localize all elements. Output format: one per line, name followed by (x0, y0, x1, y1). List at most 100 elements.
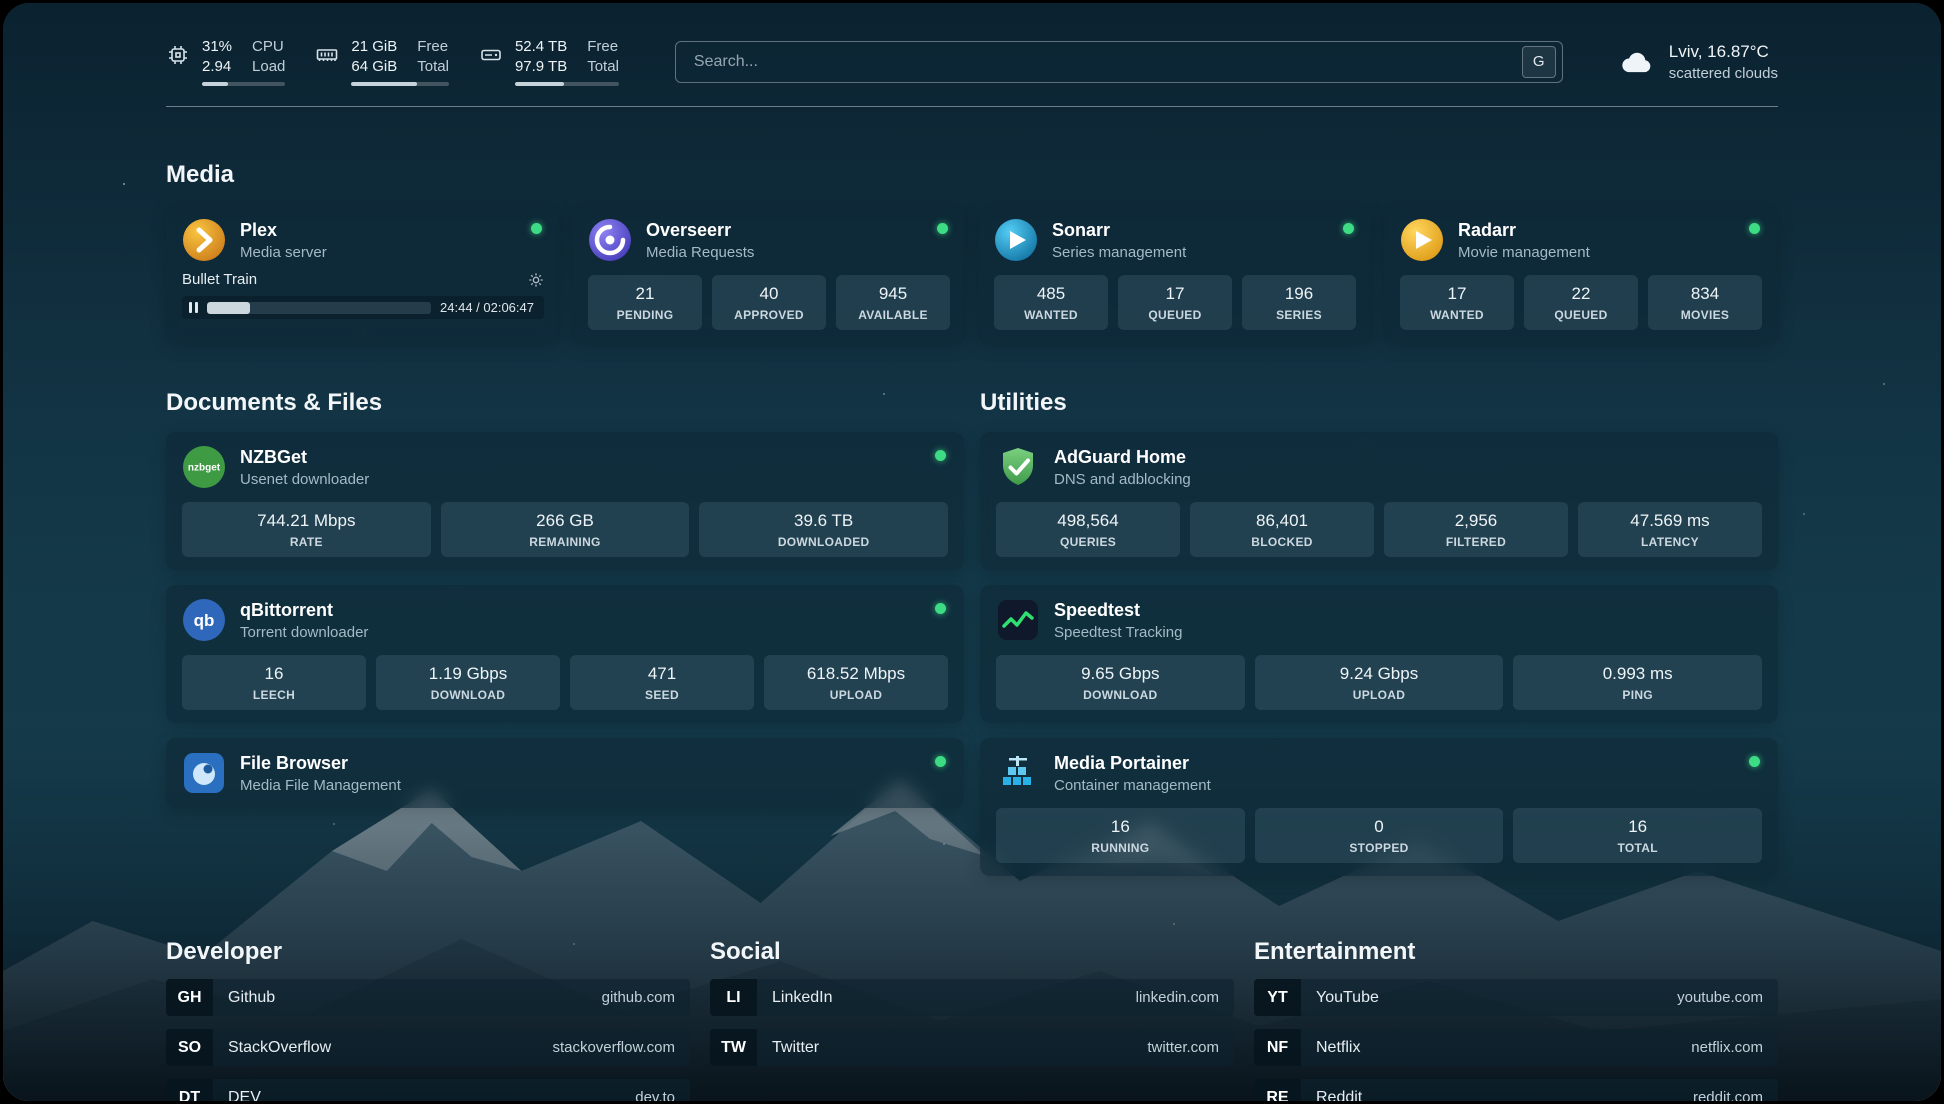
radarr-meta: Radarr Movie management (1458, 220, 1590, 261)
bookmark-abbr: YT (1254, 979, 1301, 1016)
stat-value: 39.6 TB (703, 511, 944, 531)
bookmark-name: Twitter (772, 1039, 819, 1057)
stat-wanted: 485 WANTED (994, 275, 1108, 330)
overseerr-card[interactable]: Overseerr Media Requests 21 PENDING 40 A… (572, 205, 966, 343)
plex-card[interactable]: Plex Media server Bullet Train (166, 205, 560, 343)
filebrowser-card[interactable]: File Browser Media File Management (166, 738, 964, 808)
bookmark-row-dev[interactable]: DT DEV dev.to (166, 1079, 690, 1101)
speedtest-stats: 9.65 Gbps DOWNLOAD 9.24 Gbps UPLOAD 0.99… (996, 655, 1762, 710)
stat-label: QUERIES (1000, 535, 1176, 549)
stat-rate: 744.21 Mbps RATE (182, 502, 431, 557)
cloud-icon (1619, 48, 1655, 76)
bookmark-abbr: RE (1254, 1079, 1301, 1101)
speedtest-header: Speedtest Speedtest Tracking (996, 598, 1762, 642)
bookmark-abbr: LI (710, 979, 757, 1016)
app-subtitle: Media File Management (240, 777, 401, 794)
stat-series: 196 SERIES (1242, 275, 1356, 330)
svg-text:qb: qb (194, 611, 215, 630)
bookmark-url: netflix.com (1691, 1039, 1763, 1056)
bookmark-row-stackoverflow[interactable]: SO StackOverflow stackoverflow.com (166, 1029, 690, 1066)
bookmark-row-linkedin[interactable]: LI LinkedIn linkedin.com (710, 979, 1234, 1016)
bookmark-group-entertainment: Entertainment YT YouTube youtube.com NF … (1254, 938, 1778, 1101)
stat-total: 16 TOTAL (1513, 808, 1762, 863)
gear-icon[interactable] (528, 272, 544, 288)
nzbget-icon: nzbget (182, 445, 226, 489)
sonarr-card[interactable]: Sonarr Series management 485 WANTED 17 Q… (978, 205, 1372, 343)
search-area: G (675, 41, 1563, 83)
bookmark-group-social: Social LI LinkedIn linkedin.com TW Twitt… (710, 938, 1234, 1101)
stat-seed: 471 SEED (570, 655, 754, 710)
bookmark-row-reddit[interactable]: RE Reddit reddit.com (1254, 1079, 1778, 1101)
stat-value: 266 GB (445, 511, 686, 531)
radarr-header: Radarr Movie management (1400, 218, 1762, 262)
stat-value: 498,564 (1000, 511, 1176, 531)
cpu-label-top: CPU (252, 37, 285, 57)
bookmark-url: youtube.com (1677, 989, 1763, 1006)
section-title-utilities: Utilities (980, 389, 1778, 417)
stat-label: STOPPED (1259, 841, 1500, 855)
section-title-developer: Developer (166, 938, 690, 966)
stat-value: 16 (186, 664, 362, 684)
stat-latency: 47.569 ms LATENCY (1578, 502, 1762, 557)
stat-value: 945 (840, 284, 946, 304)
radarr-card[interactable]: Radarr Movie management 17 WANTED 22 QUE… (1384, 205, 1778, 343)
bookmark-row-netflix[interactable]: NF Netflix netflix.com (1254, 1029, 1778, 1066)
stat-label: LATENCY (1582, 535, 1758, 549)
status-indicator (1749, 756, 1760, 767)
nzbget-card[interactable]: nzbget NZBGet Usenet downloader 744.21 M… (166, 432, 964, 570)
portainer-card[interactable]: Media Portainer Container management 16 … (980, 738, 1778, 876)
qbittorrent-card[interactable]: qb qBittorrent Torrent downloader 16 LEE… (166, 585, 964, 723)
app-title: Radarr (1458, 220, 1590, 241)
disk-progress-bar (515, 82, 619, 86)
ram-free-value: 21 GiB (351, 37, 397, 57)
search-box: G (675, 41, 1563, 83)
speedtest-card[interactable]: Speedtest Speedtest Tracking 9.65 Gbps D… (980, 585, 1778, 723)
bookmark-abbr: NF (1254, 1029, 1301, 1066)
adguard-card[interactable]: AdGuard Home DNS and adblocking 498,564 … (980, 432, 1778, 570)
section-title-documents: Documents & Files (166, 389, 964, 417)
bookmark-url: twitter.com (1147, 1039, 1219, 1056)
stat-value: 86,401 (1194, 511, 1370, 531)
bookmark-row-youtube[interactable]: YT YouTube youtube.com (1254, 979, 1778, 1016)
app-title: Media Portainer (1054, 753, 1211, 774)
weather-location: Lviv, 16.87°C (1669, 42, 1778, 62)
playback-progress-track[interactable] (207, 302, 431, 314)
sonarr-stats: 485 WANTED 17 QUEUED 196 SERIES (994, 275, 1356, 330)
stat-available: 945 AVAILABLE (836, 275, 950, 330)
bookmark-name: Reddit (1316, 1089, 1362, 1102)
stat-stopped: 0 STOPPED (1255, 808, 1504, 863)
disk-free-value: 52.4 TB (515, 37, 567, 57)
stat-label: QUEUED (1122, 308, 1228, 322)
bookmark-row-github[interactable]: GH Github github.com (166, 979, 690, 1016)
stat-queued: 22 QUEUED (1524, 275, 1638, 330)
stat-value: 2,956 (1388, 511, 1564, 531)
bookmark-abbr: TW (710, 1029, 757, 1066)
stat-label: BLOCKED (1194, 535, 1370, 549)
stat-value: 618.52 Mbps (768, 664, 944, 684)
ram-metric-body: 21 GiB 64 GiB Free Total (351, 37, 449, 86)
bookmark-row-twitter[interactable]: TW Twitter twitter.com (710, 1029, 1234, 1066)
stat-value: 17 (1404, 284, 1510, 304)
search-engine-button[interactable]: G (1522, 46, 1556, 78)
search-input[interactable] (692, 52, 1522, 72)
ram-total-value: 64 GiB (351, 57, 397, 77)
utilities-column: Utilities AdGuard Home (980, 389, 1778, 876)
bookmark-url: github.com (602, 989, 675, 1006)
stat-label: RATE (186, 535, 427, 549)
disk-icon (479, 43, 503, 67)
bookmark-group-developer: Developer GH Github github.com SO StackO… (166, 938, 690, 1101)
playback-time: 24:44 / 02:06:47 (440, 300, 534, 315)
pause-icon[interactable] (189, 302, 198, 313)
nzbget-stats: 744.21 Mbps RATE 266 GB REMAINING 39.6 T… (182, 502, 948, 557)
stat-value: 16 (1517, 817, 1758, 837)
stat-value: 40 (716, 284, 822, 304)
cpu-label-bottom: Load (252, 57, 285, 77)
bookmark-url: stackoverflow.com (552, 1039, 675, 1056)
stat-ping: 0.993 ms PING (1513, 655, 1762, 710)
overseerr-icon (588, 218, 632, 262)
cpu-usage-value: 31% (202, 37, 232, 57)
stat-pending: 21 PENDING (588, 275, 702, 330)
overseerr-stats: 21 PENDING 40 APPROVED 945 AVAILABLE (588, 275, 950, 330)
stat-value: 834 (1652, 284, 1758, 304)
app-title: qBittorrent (240, 600, 368, 621)
